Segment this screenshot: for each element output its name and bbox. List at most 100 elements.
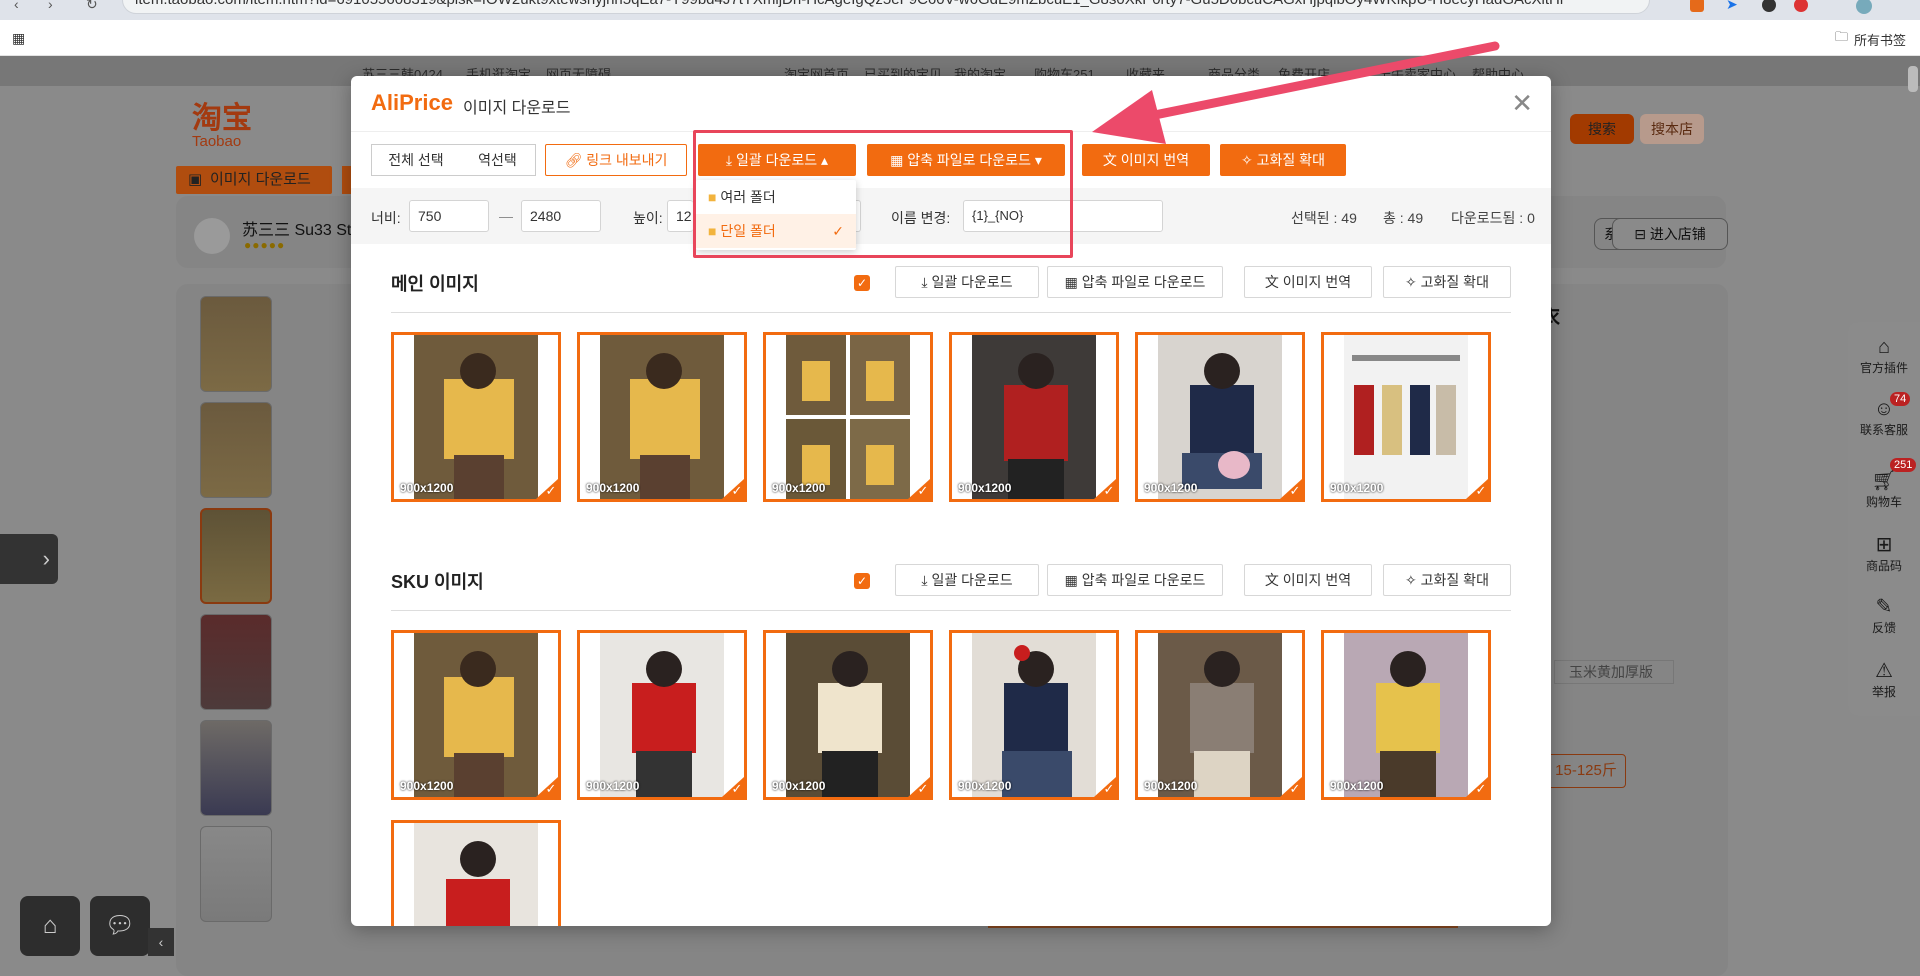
photo-thumbnail (580, 335, 744, 499)
image-card[interactable]: 900x1200 ✓ (577, 332, 747, 502)
image-card[interactable]: 900x1200 ✓ (949, 332, 1119, 502)
collapse-button[interactable]: ‹ (148, 928, 174, 956)
section-translate-button[interactable]: 文 이미지 번역 (1244, 266, 1372, 298)
size-option[interactable]: 15-125斤 (1546, 754, 1626, 788)
section-upscale-label: 고화질 확대 (1420, 274, 1489, 290)
sidebar-item-service[interactable]: ☺ 74 联系客服 (1848, 392, 1920, 438)
image-dimensions: 900x1200 (586, 481, 640, 495)
section-batch-download-button[interactable]: ⤓ 일괄 다운로드 (895, 564, 1039, 596)
upscale-label: 고화질 확대 (1256, 152, 1325, 168)
section-divider (391, 312, 1511, 313)
image-card[interactable] (391, 820, 561, 926)
section-zip-download-button[interactable]: ▦ 압축 파일로 다운로드 (1047, 266, 1223, 298)
width-min-input[interactable]: 750 (409, 200, 489, 232)
select-all-button[interactable]: 전체 선택 (371, 144, 461, 176)
width-label: 너비: (371, 210, 401, 226)
sidebar-label: 联系客服 (1859, 423, 1908, 437)
image-card[interactable]: 900x1200 ✓ (391, 332, 561, 502)
apps-grid-icon[interactable]: ▦ (12, 30, 25, 47)
product-thumbnail[interactable] (200, 826, 272, 922)
address-bar[interactable]: item.taobao.com/item.htm?id=691055608319… (122, 0, 1650, 14)
image-dimensions: 900x1200 (772, 779, 826, 793)
section-checkbox[interactable]: ✓ (854, 573, 870, 589)
send-icon[interactable]: ➤ (1726, 0, 1738, 13)
shop-name[interactable]: 苏三三 Su33 St (242, 216, 351, 240)
product-thumbnail[interactable] (200, 614, 272, 710)
badge: 251 (1890, 458, 1917, 472)
section-translate-label: 이미지 번역 (1282, 274, 1352, 290)
section-zip-download-label: 압축 파일로 다운로드 (1081, 572, 1206, 588)
invert-selection-button[interactable]: 역선택 (460, 144, 536, 176)
folder-icon: 🗀 (1834, 29, 1848, 44)
image-dimensions: 900x1200 (1144, 481, 1198, 495)
all-bookmarks-button[interactable]: 🗀 所有书签 (1835, 28, 1906, 50)
product-thumbnail[interactable] (200, 296, 272, 392)
chat-float-button[interactable]: 💬︎ (90, 896, 150, 956)
side-expand-tab[interactable]: › (0, 534, 58, 584)
product-thumbnail[interactable] (200, 508, 272, 604)
image-card[interactable]: 900x1200 ✓ (1135, 332, 1305, 502)
width-max-input[interactable]: 2480 (521, 200, 601, 232)
height-min-input[interactable]: 12 (667, 200, 693, 232)
image-card[interactable]: 900x1200 ✓ (1321, 630, 1491, 800)
image-dimensions: 900x1200 (586, 779, 640, 793)
sidebar-item-plugin[interactable]: ⌂ 官方插件 (1848, 336, 1920, 376)
sidebar-item-report[interactable]: ⚠ 举报 (1848, 658, 1920, 700)
search-button[interactable]: 搜索 (1570, 114, 1634, 144)
photo-thumbnail (766, 633, 930, 797)
page-scrollbar[interactable] (1908, 66, 1918, 92)
image-card[interactable]: 900x1200 ✓ (763, 332, 933, 502)
close-icon[interactable]: ✕ (1511, 88, 1533, 119)
image-download-label: 이미지 다운로드 (210, 171, 311, 188)
extension-icon[interactable] (1690, 0, 1704, 12)
home-float-button[interactable]: ⌂ (20, 896, 80, 956)
reload-icon[interactable]: ↻ (86, 0, 98, 13)
photo-thumbnail (952, 335, 1116, 499)
modal-title: 이미지 다운로드 (463, 100, 571, 117)
image-card[interactable]: 900x1200 ✓ (949, 630, 1119, 800)
shop-icon: ⊟ (1634, 226, 1650, 242)
image-card[interactable]: 900x1200 ✓ (763, 630, 933, 800)
product-thumbnail[interactable] (200, 402, 272, 498)
section-translate-label: 이미지 번역 (1282, 572, 1352, 588)
image-card[interactable]: 900x1200 ✓ (391, 630, 561, 800)
image-card[interactable]: 900x1200 ✓ (1321, 332, 1491, 502)
magic-wand-icon: ✧ (1405, 572, 1421, 588)
variant-option[interactable]: 玉米黄加厚版 (1554, 660, 1674, 684)
image-dimensions: 900x1200 (958, 481, 1012, 495)
sidebar-item-cart[interactable]: 🛒︎ 251 购物车 (1848, 458, 1920, 510)
zip-icon: ▦ (1064, 274, 1082, 290)
annotation-arrow-icon (1092, 41, 1500, 144)
forward-icon[interactable]: › (48, 0, 53, 12)
sidebar-item-feedback[interactable]: ✎ 反馈 (1848, 594, 1920, 636)
sidebar-label: 商品码 (1865, 559, 1902, 573)
taobao-logo[interactable]: 淘宝 Taobao (192, 104, 252, 150)
sidebar-item-qrcode[interactable]: ⊞ 商品码 (1848, 532, 1920, 574)
aliprice-image-download-button[interactable]: ▣ 이미지 다운로드 (176, 166, 332, 194)
image-card[interactable]: 900x1200 ✓ (577, 630, 747, 800)
product-thumbnail[interactable] (200, 720, 272, 816)
section-zip-download-button[interactable]: ▦ 압축 파일로 다운로드 (1047, 564, 1223, 596)
back-icon[interactable]: ‹ (14, 0, 19, 12)
shop-avatar[interactable] (194, 218, 230, 254)
image-card[interactable]: 900x1200 ✓ (1135, 630, 1305, 800)
sidebar-label: 购物车 (1865, 495, 1902, 509)
enter-shop-button[interactable]: ⊟ 进入店铺 (1612, 218, 1728, 250)
section-batch-download-button[interactable]: ⤓ 일괄 다운로드 (895, 266, 1039, 298)
total-count: 총 : 49 (1383, 210, 1424, 226)
export-links-button[interactable]: 🔗︎ 링크 내보내기 (545, 144, 687, 176)
export-links-label: 링크 내보내기 (586, 152, 668, 168)
image-icon: ▣ (188, 171, 203, 188)
section-upscale-button[interactable]: ✧ 고화질 확대 (1383, 564, 1511, 596)
image-dimensions: 900x1200 (400, 779, 454, 793)
search-shop-button[interactable]: 搜本店 (1640, 114, 1704, 144)
photo-thumbnail (580, 633, 744, 797)
image-dimensions: 900x1200 (1144, 779, 1198, 793)
section-upscale-button[interactable]: ✧ 고화질 확대 (1383, 266, 1511, 298)
section-checkbox[interactable]: ✓ (854, 275, 870, 291)
qrcode-icon: ⊞ (1875, 534, 1893, 556)
report-icon: ⚠ (1875, 660, 1893, 682)
photo-thumbnail (394, 633, 558, 797)
section-translate-button[interactable]: 文 이미지 번역 (1244, 564, 1372, 596)
translate-icon: 文 (1102, 152, 1121, 168)
